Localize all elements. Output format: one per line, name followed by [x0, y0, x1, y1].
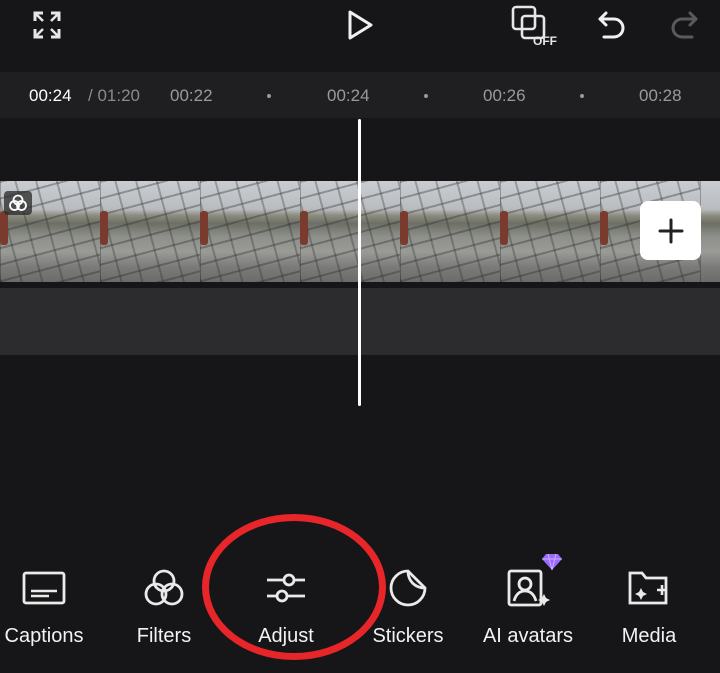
adjust-icon	[263, 565, 309, 611]
keyframe-off-badge: OFF	[533, 34, 557, 48]
ruler-dot	[580, 94, 584, 98]
playhead[interactable]	[358, 119, 361, 406]
bottom-toolbar: Captions Filters Adjust Stickers AI avat…	[0, 540, 720, 673]
ruler-tick: 00:26	[483, 86, 526, 105]
redo-icon[interactable]	[666, 6, 702, 42]
premium-gem-icon	[541, 553, 563, 576]
overlay-icon	[4, 191, 32, 215]
tool-filters[interactable]: Filters	[104, 565, 224, 655]
clip-frame	[200, 181, 300, 282]
tool-label: Adjust	[258, 625, 314, 647]
tool-media[interactable]: Media	[589, 565, 709, 655]
tool-label: Filters	[136, 625, 192, 647]
tool-ai-avatars[interactable]: AI avatars	[468, 565, 588, 655]
add-clip-button[interactable]	[640, 201, 701, 260]
captions-icon	[21, 565, 67, 611]
time-ruler[interactable]: 00:24 / 01:20 00:22 00:24 00:26 00:28	[0, 72, 720, 118]
tool-label: Stickers	[372, 625, 444, 647]
tool-captions[interactable]: Captions	[0, 565, 104, 655]
tool-stickers[interactable]: Stickers	[348, 565, 468, 655]
current-time: 00:24	[29, 86, 72, 105]
keyframe-off-icon[interactable]: OFF	[508, 4, 560, 48]
clip-frame	[500, 181, 600, 282]
clip-frame	[100, 181, 200, 282]
total-duration: / 01:20	[88, 86, 140, 105]
stickers-icon	[385, 565, 431, 611]
tool-label: AI avatars	[482, 625, 574, 647]
ruler-dot	[424, 94, 428, 98]
tool-label: Captions	[4, 625, 84, 647]
undo-icon[interactable]	[594, 6, 630, 42]
filters-icon	[141, 565, 187, 611]
ruler-tick: 00:28	[639, 86, 682, 105]
ruler-tick: 00:24	[327, 86, 370, 105]
top-bar: OFF	[0, 0, 720, 72]
ruler-tick: 00:22	[170, 86, 213, 105]
fullscreen-icon[interactable]	[30, 8, 64, 42]
clip-frame	[400, 181, 500, 282]
ruler-dot	[267, 94, 271, 98]
clip-frame	[300, 181, 400, 282]
play-icon[interactable]	[342, 7, 378, 43]
media-icon	[626, 565, 672, 611]
tool-adjust[interactable]: Adjust	[226, 565, 346, 655]
tool-label: Media	[621, 625, 677, 647]
